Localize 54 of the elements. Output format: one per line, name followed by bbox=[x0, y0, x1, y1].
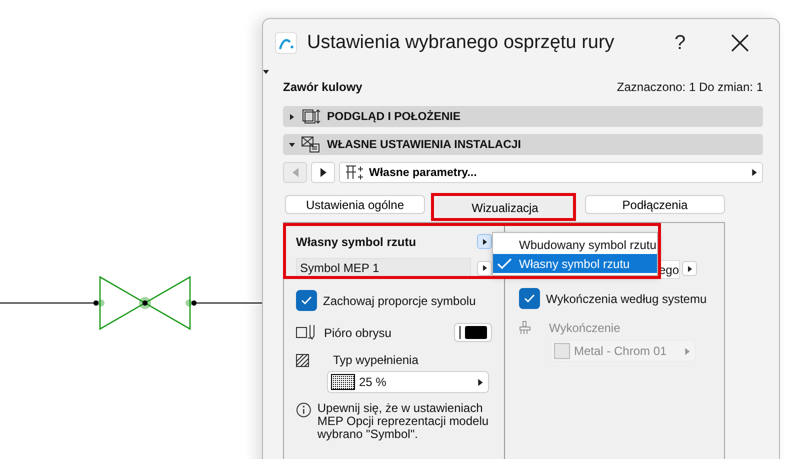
menu-item[interactable]: Wbudowany symbol rzutu bbox=[493, 235, 657, 254]
window-title: Ustawienia wybranego osprzętu rury bbox=[307, 32, 616, 54]
page-select[interactable]: Własne parametry... bbox=[339, 162, 763, 183]
checkbox[interactable] bbox=[296, 290, 317, 311]
caret-icon bbox=[751, 169, 758, 176]
tab[interactable]: Podłączenia bbox=[585, 195, 725, 214]
checkbox[interactable] bbox=[519, 288, 540, 309]
next-button[interactable] bbox=[311, 162, 335, 183]
caret-icon bbox=[263, 70, 269, 74]
caret-icon bbox=[318, 168, 328, 177]
caret-icon bbox=[290, 168, 300, 177]
info-note: Upewnij się, że w ustawieniach MEP Opcji reprezentacji modelu wybrano "Symbol". bbox=[317, 402, 490, 441]
preview-icon bbox=[301, 108, 321, 126]
section-header[interactable]: PODGLĄD I POŁOŻENIE bbox=[283, 106, 763, 127]
symbol-select-button[interactable] bbox=[477, 260, 492, 276]
caret-icon bbox=[482, 238, 488, 244]
caret-icon bbox=[482, 265, 488, 271]
app-logo-icon bbox=[275, 32, 297, 54]
check-icon bbox=[301, 296, 312, 305]
pen-color-button[interactable] bbox=[454, 323, 492, 342]
hatch-icon bbox=[296, 354, 309, 366]
caret-icon bbox=[686, 266, 692, 272]
material-swatch-icon bbox=[554, 343, 570, 359]
caret-icon bbox=[477, 378, 484, 386]
help-button[interactable]: ? bbox=[655, 23, 705, 63]
check-icon bbox=[497, 258, 512, 270]
pen-swatch-icon bbox=[458, 326, 488, 339]
fill-select[interactable]: 25 % bbox=[327, 371, 489, 393]
fill-label: Typ wypełnienia bbox=[333, 353, 418, 367]
fill-pattern-icon bbox=[331, 374, 355, 390]
checkbox-label: Wykończenia według systemu bbox=[546, 292, 707, 306]
close-icon bbox=[731, 34, 749, 52]
checkbox-label: Zachowaj proporcje symbolu bbox=[323, 294, 476, 308]
parameters-icon bbox=[344, 164, 364, 181]
surface-label: Wykończenie bbox=[549, 321, 620, 335]
symbol-menu-button[interactable] bbox=[477, 234, 492, 249]
symbol-label: Własny symbol rzutu bbox=[296, 234, 416, 248]
caret-icon bbox=[684, 348, 691, 354]
menu-item[interactable]: Własny symbol rzutu bbox=[493, 254, 657, 273]
element-name: Zawór kulowy bbox=[283, 80, 362, 94]
tab[interactable]: Wizualizacja bbox=[435, 198, 575, 217]
brush-icon bbox=[519, 321, 531, 335]
tab[interactable]: Ustawienia ogólne bbox=[285, 195, 425, 214]
section-header[interactable]: WŁASNE USTAWIENIA INSTALACJI bbox=[283, 134, 763, 155]
pen-label: Pióro obrysu bbox=[324, 326, 392, 340]
collapse-icon bbox=[289, 142, 295, 148]
selection-status: Zaznaczono: 1 Do zmian: 1 bbox=[616, 80, 763, 94]
info-icon bbox=[296, 402, 312, 418]
check-icon bbox=[524, 294, 535, 303]
expand-icon bbox=[289, 114, 295, 120]
symbol-field[interactable]: Symbol MEP 1 bbox=[296, 258, 471, 278]
select-button[interactable] bbox=[682, 261, 697, 276]
settings-icon bbox=[301, 136, 321, 154]
valve-drawing[interactable] bbox=[93, 276, 197, 330]
